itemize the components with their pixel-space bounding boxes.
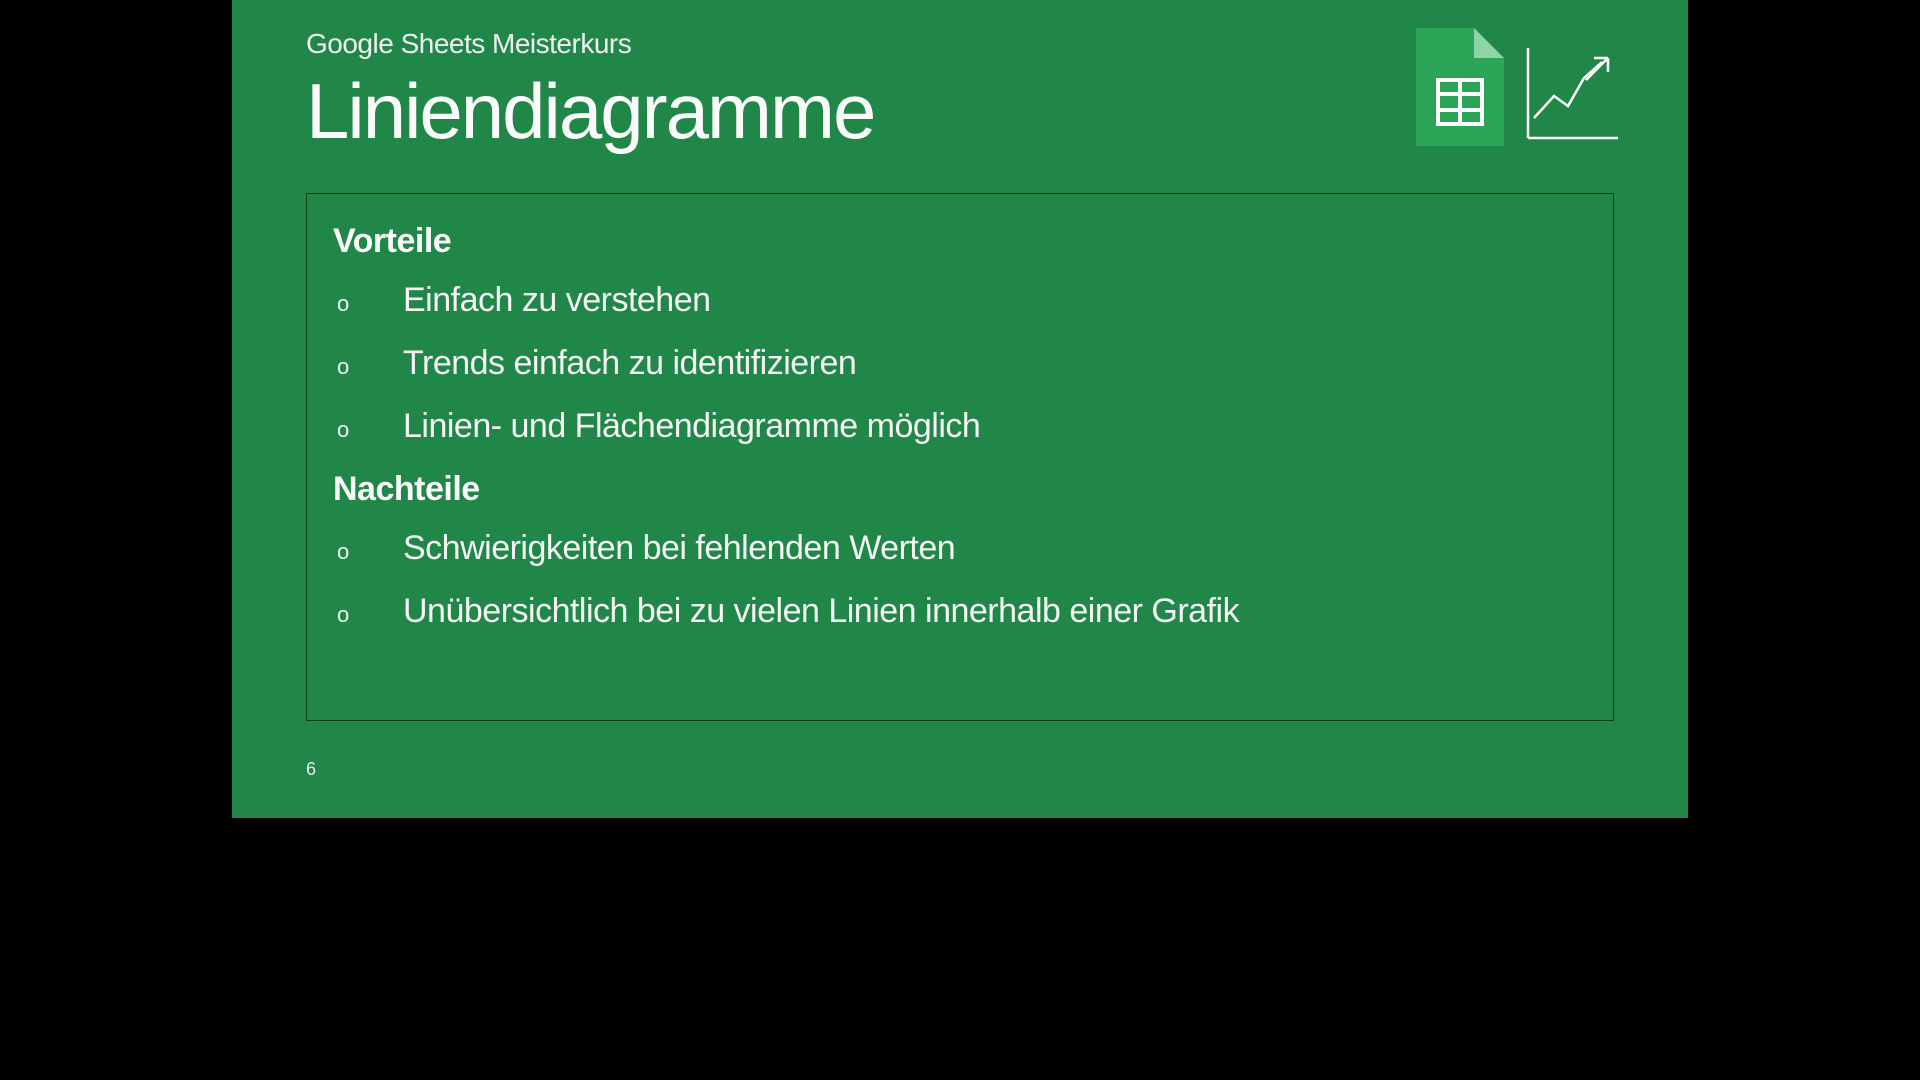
bullet-marker: o xyxy=(337,539,355,565)
bullet-text: Unübersichtlich bei zu vielen Linien inn… xyxy=(403,592,1239,631)
list-item: o Einfach zu verstehen xyxy=(333,281,1587,320)
presentation-slide: Google Sheets Meisterkurs Liniendiagramm… xyxy=(232,0,1688,818)
bullet-marker: o xyxy=(337,602,355,628)
bullet-text: Linien- und Flächendiagramme möglich xyxy=(403,407,980,446)
bullet-text: Einfach zu verstehen xyxy=(403,281,711,320)
advantages-heading: Vorteile xyxy=(333,222,1587,261)
google-sheets-icon xyxy=(1416,28,1504,146)
bullet-text: Schwierigkeiten bei fehlenden Werten xyxy=(403,529,955,568)
line-chart-icon xyxy=(1526,48,1618,140)
content-box: Vorteile o Einfach zu verstehen o Trends… xyxy=(306,193,1614,721)
list-item: o Unübersichtlich bei zu vielen Linien i… xyxy=(333,592,1587,631)
header-icons xyxy=(1416,28,1618,146)
list-item: o Trends einfach zu identifizieren xyxy=(333,344,1587,383)
list-item: o Linien- und Flächendiagramme möglich xyxy=(333,407,1587,446)
disadvantages-heading: Nachteile xyxy=(333,470,1587,509)
bullet-marker: o xyxy=(337,291,355,317)
page-number: 6 xyxy=(306,759,316,780)
list-item: o Schwierigkeiten bei fehlenden Werten xyxy=(333,529,1587,568)
bullet-marker: o xyxy=(337,354,355,380)
bullet-text: Trends einfach zu identifizieren xyxy=(403,344,856,383)
bullet-marker: o xyxy=(337,417,355,443)
letterbox-bar xyxy=(232,818,1688,1080)
